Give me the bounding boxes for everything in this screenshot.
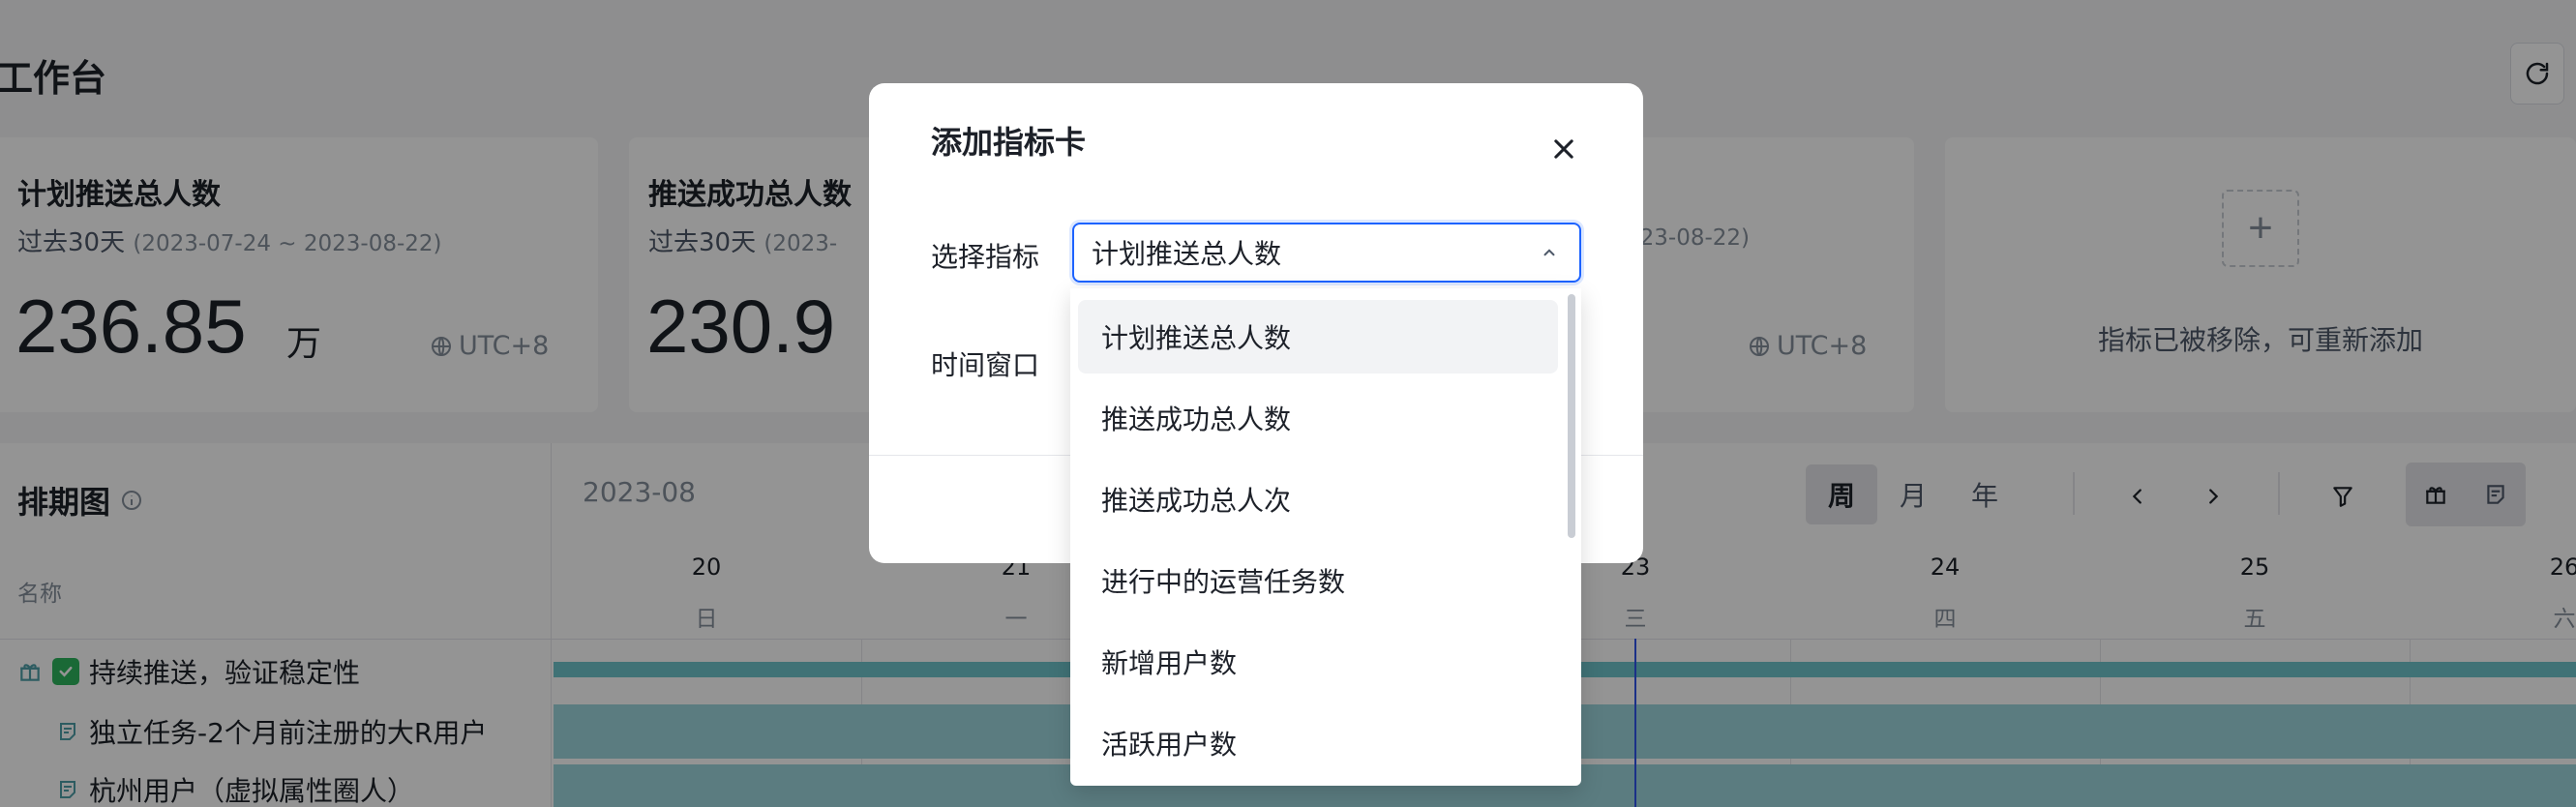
metric-dropdown: 计划推送总人数 推送成功总人数 推送成功总人次 进行中的运营任务数 新增用户数 … bbox=[1070, 288, 1581, 786]
dropdown-option[interactable]: 新增用户数 bbox=[1078, 625, 1558, 699]
dropdown-scrollbar[interactable] bbox=[1568, 294, 1575, 538]
metric-select[interactable]: 计划推送总人数 bbox=[1072, 223, 1581, 283]
metric-label: 选择指标 bbox=[931, 241, 1040, 273]
close-icon bbox=[1554, 139, 1573, 159]
chevron-up-icon bbox=[1543, 249, 1555, 256]
close-button[interactable] bbox=[1537, 122, 1591, 176]
dropdown-option[interactable]: 进行中的运营任务数 bbox=[1078, 544, 1558, 617]
window-label: 时间窗口 bbox=[931, 349, 1040, 381]
dropdown-option[interactable]: 推送成功总人次 bbox=[1078, 463, 1558, 536]
metric-select-value: 计划推送总人数 bbox=[1092, 238, 1282, 270]
dropdown-option[interactable]: 推送成功总人数 bbox=[1078, 381, 1558, 455]
dropdown-option[interactable]: 计划推送总人数 bbox=[1078, 300, 1558, 374]
dropdown-option[interactable]: 活跃用户数 bbox=[1078, 706, 1558, 780]
modal-title: 添加指标卡 bbox=[931, 124, 1087, 161]
